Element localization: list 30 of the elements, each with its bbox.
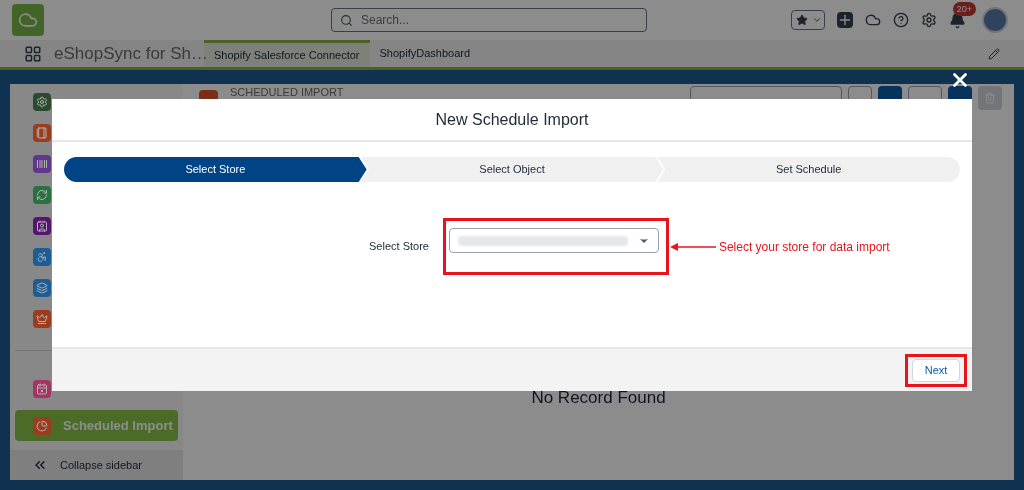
- progress-step[interactable]: Set Schedule: [657, 157, 960, 182]
- app-name: eShopSync for Sh…: [54, 42, 204, 65]
- avatar[interactable]: [982, 7, 1008, 33]
- help-icon[interactable]: [893, 12, 909, 28]
- search-icon: [340, 13, 353, 27]
- favorites-button[interactable]: [791, 10, 825, 30]
- field-label: Select Store: [369, 239, 429, 255]
- bell-icon[interactable]: [949, 11, 966, 29]
- trash-icon: [984, 92, 996, 104]
- progress-step[interactable]: Select Store: [64, 157, 367, 182]
- add-icon[interactable]: [837, 12, 853, 28]
- modal-title: New Schedule Import: [435, 109, 589, 130]
- next-button[interactable]: Next: [912, 358, 960, 382]
- store-select[interactable]: [448, 228, 659, 253]
- settings-icon[interactable]: [921, 12, 937, 28]
- progress-step[interactable]: Select Object: [360, 157, 664, 182]
- search-field[interactable]: Search...: [331, 8, 647, 32]
- search-placeholder: Search...: [361, 12, 410, 29]
- annotation-arrow: [669, 241, 716, 252]
- cloud-icon[interactable]: [865, 12, 881, 28]
- collapse-sidebar-button[interactable]: Collapse sidebar: [10, 450, 183, 480]
- notification-badge: 20+: [952, 1, 976, 16]
- edit-icon[interactable]: [988, 47, 1000, 60]
- empty-message: No Record Found: [531, 387, 666, 409]
- annotation-text: Select your store for data import: [718, 238, 890, 256]
- app-launcher-icon[interactable]: [24, 44, 42, 63]
- nav-tab[interactable]: ShopifyDashboard: [369, 40, 481, 67]
- star-icon: [796, 14, 808, 26]
- page-title: SCHEDULED IMPORT: [230, 86, 344, 98]
- caret-icon: [812, 15, 822, 25]
